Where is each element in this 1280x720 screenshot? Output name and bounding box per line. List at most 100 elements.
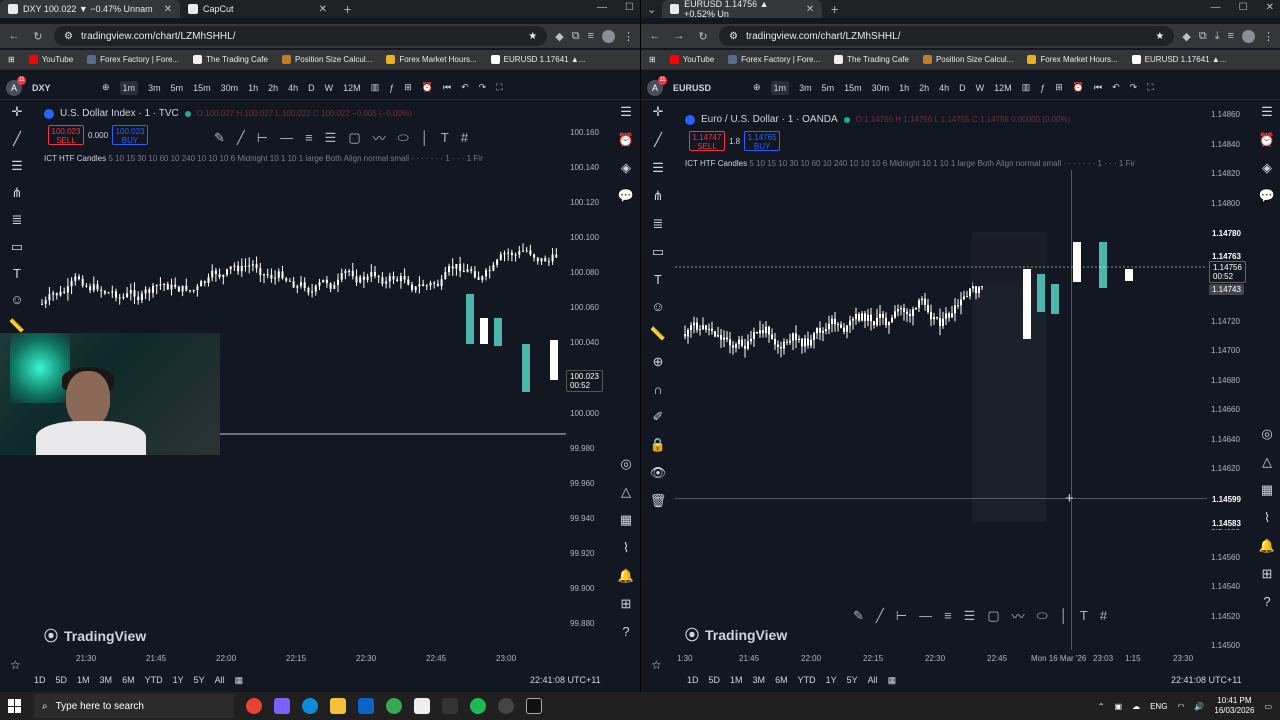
bookmark-forex-factory[interactable]: Forex Factory | Fore... — [87, 55, 179, 64]
new-tab-button[interactable]: ＋ — [335, 0, 360, 18]
bell-icon[interactable]: 🔔 — [618, 568, 634, 584]
close-icon[interactable]: ✕ — [164, 4, 172, 15]
triangle-icon[interactable]: △ — [621, 484, 631, 500]
tab-capcut[interactable]: CapCut ✕ — [180, 0, 335, 18]
account-avatar[interactable]: A 11 — [647, 75, 667, 96]
text-tool-icon[interactable]: T — [1080, 608, 1088, 623]
range-5d[interactable]: 5D — [709, 675, 721, 685]
url-input[interactable]: ⚙ tradingview.com/chart/LZMhSHHL/★ — [719, 26, 1175, 46]
network-icon[interactable]: ☁ — [1132, 702, 1140, 711]
minimize-icon[interactable]: — — [597, 2, 607, 13]
redo-icon[interactable]: ↷ — [479, 82, 487, 93]
range-5y[interactable]: 5Y — [194, 675, 205, 685]
path-icon[interactable]: 〰 — [1012, 606, 1025, 625]
timeframe-1h[interactable]: 1h — [248, 83, 258, 93]
new-tab-button[interactable]: ＋ — [822, 0, 847, 18]
bookmark-youtube[interactable]: YouTube — [669, 55, 714, 64]
rect-tool-icon[interactable]: ▢ — [987, 608, 999, 624]
fib-icon[interactable]: ≣ — [12, 212, 23, 228]
symbol-search[interactable]: DXY — [32, 83, 92, 93]
vline-icon[interactable]: │ — [1060, 608, 1068, 623]
notification-icon[interactable]: ▭ — [1264, 702, 1272, 711]
chat-icon[interactable]: 💬 — [1259, 188, 1275, 204]
utc-clock[interactable]: 22:41:08 UTC+11 — [1171, 675, 1242, 685]
goto-date-icon[interactable]: ▦ — [888, 675, 897, 686]
close-icon[interactable]: ✕ — [806, 4, 814, 15]
timeframe-1m[interactable]: 1m — [770, 80, 790, 95]
app-icon[interactable] — [442, 698, 458, 714]
range-1m[interactable]: 1M — [730, 675, 743, 685]
timeframe-2h[interactable]: 2h — [919, 83, 929, 93]
bookmark-position-size[interactable]: Position Size Calcul... — [281, 55, 372, 64]
target-icon[interactable]: ◎ — [1261, 426, 1272, 442]
help-icon[interactable]: ? — [1263, 594, 1270, 609]
indicators-icon[interactable]: ƒ — [389, 83, 394, 93]
tab-list-icon[interactable]: ⌄ — [647, 3, 656, 16]
windows-start-icon[interactable] — [8, 699, 22, 713]
ruler-icon[interactable]: 📏 — [9, 318, 25, 334]
channel-icon[interactable]: ≡ — [944, 608, 952, 623]
tray-app-icon[interactable]: ▣ — [1115, 702, 1123, 711]
lock-drawing-icon[interactable]: ✐ — [653, 409, 664, 425]
fib-tool-icon[interactable]: ☰ — [964, 608, 976, 624]
layers-icon[interactable]: ◈ — [1262, 160, 1272, 176]
trash-icon[interactable]: 🗑 — [650, 493, 667, 509]
replay-icon[interactable]: ⏮ — [1094, 82, 1102, 93]
timeframe-30m[interactable]: 30m — [872, 83, 890, 93]
timeframe-5m[interactable]: 5m — [171, 83, 184, 93]
layout-icon[interactable]: ⊞ — [1055, 82, 1063, 93]
brush-icon[interactable]: ✎ — [853, 608, 864, 624]
compare-icon[interactable]: ⊕ — [102, 82, 110, 93]
chrome-icon[interactable] — [246, 698, 262, 714]
range-3m[interactable]: 3M — [100, 675, 113, 685]
range-6m[interactable]: 6M — [775, 675, 788, 685]
target-icon[interactable]: ◎ — [620, 456, 631, 472]
reading-list-icon[interactable]: ≡ — [1228, 30, 1234, 42]
bookmark-star-icon[interactable]: ★ — [528, 31, 537, 42]
notion-icon[interactable] — [414, 698, 430, 714]
eye-icon[interactable]: 👁 — [650, 465, 667, 481]
extension-icon[interactable]: ◆ — [555, 30, 563, 43]
tab-dxy[interactable]: DXY 100.022 ▼ −0.47% Unnam ✕ — [0, 0, 180, 18]
calendar-icon[interactable]: ▦ — [1261, 482, 1273, 498]
apps-icon[interactable]: ⊞ — [649, 55, 656, 64]
timeframe-w[interactable]: W — [976, 83, 985, 93]
reading-list-icon[interactable]: ≡ — [588, 30, 594, 42]
undo-icon[interactable]: ↶ — [461, 82, 469, 93]
extension-icon[interactable]: ◆ — [1182, 30, 1190, 43]
timeframe-d[interactable]: D — [959, 83, 966, 93]
favorite-star-icon[interactable]: ☆ — [10, 658, 21, 672]
timeframe-15m[interactable]: 15m — [844, 83, 862, 93]
horizontal-lines-icon[interactable]: ☰ — [652, 160, 664, 176]
apps-grid-icon[interactable]: ⊞ — [621, 596, 632, 612]
fib-icon[interactable]: ≣ — [653, 216, 664, 232]
replay-icon[interactable]: ⏮ — [443, 82, 451, 93]
bookmark-star-icon[interactable]: ★ — [1155, 31, 1164, 42]
menu-icon[interactable]: ⋮ — [1263, 30, 1274, 43]
bookmark-eurusd[interactable]: EURUSD 1.17641 ▲... — [1131, 55, 1226, 64]
chat-icon[interactable]: 💬 — [618, 188, 634, 204]
edge-icon[interactable] — [302, 698, 318, 714]
refresh-icon[interactable]: ↻ — [695, 30, 711, 43]
menu-icon[interactable]: ⋮ — [623, 30, 634, 43]
taskbar-search-input[interactable]: ⌕ Type here to search — [34, 694, 234, 718]
undo-icon[interactable]: ↶ — [1112, 82, 1120, 93]
back-icon[interactable]: ← — [6, 30, 22, 42]
capcut-icon[interactable] — [526, 698, 542, 714]
bookmark-forex-hours[interactable]: Forex Market Hours... — [1027, 55, 1118, 64]
copilot-icon[interactable] — [274, 698, 290, 714]
close-window-icon[interactable]: ✕ — [1266, 2, 1274, 13]
close-icon[interactable]: ✕ — [319, 4, 327, 15]
site-info-icon[interactable]: ⚙ — [64, 31, 73, 42]
bell-icon[interactable]: 🔔 — [1259, 538, 1275, 554]
extensions-icon[interactable]: ⧉ — [1199, 30, 1207, 43]
fullscreen-icon[interactable]: ⛶ — [1147, 82, 1153, 93]
bookmark-trading-cafe[interactable]: The Trading Cafe — [834, 55, 909, 64]
indicators-icon[interactable]: ƒ — [1040, 83, 1045, 93]
timeframe-5m[interactable]: 5m — [822, 83, 835, 93]
emoji-icon[interactable]: ☺ — [10, 292, 23, 307]
alert-icon[interactable]: ⏰ — [422, 82, 433, 93]
goto-date-icon[interactable]: ▦ — [235, 675, 244, 686]
text-icon[interactable]: T — [13, 266, 21, 281]
broadcast-icon[interactable]: ⌇ — [623, 540, 629, 556]
